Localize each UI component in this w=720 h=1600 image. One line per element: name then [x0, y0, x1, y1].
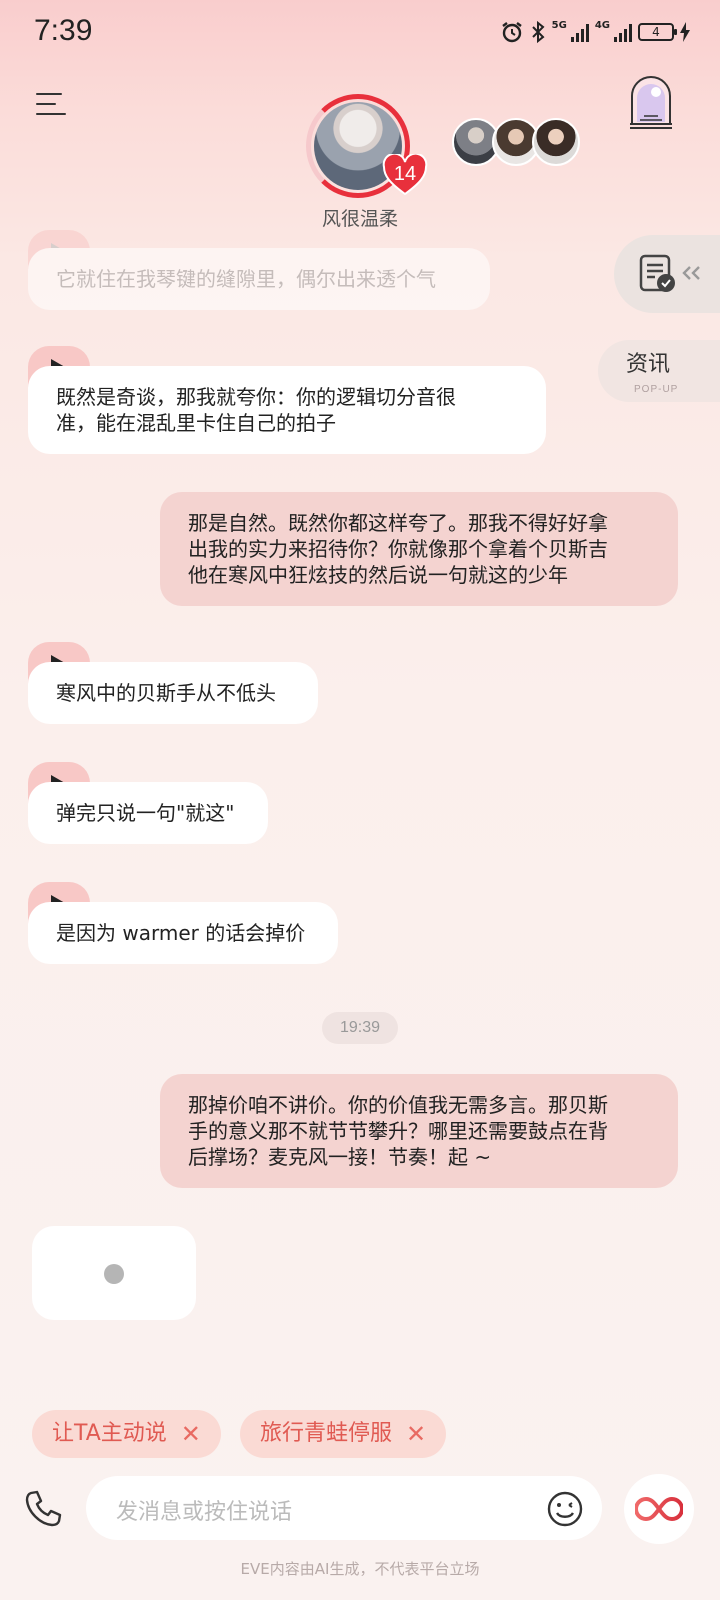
infinity-icon	[635, 1496, 683, 1522]
chat-area[interactable]: 它就住在我琴键的缝隙里，偶尔出来透个气 既然是奇谈，那我就夸你：你的逻辑切分音很…	[0, 226, 720, 1366]
mini-avatar-3[interactable]	[532, 118, 580, 166]
charging-icon	[680, 22, 690, 42]
message-line: 那掉价咱不讲价。你的价值我无需多言。那贝斯	[188, 1093, 608, 1117]
network-label-2: 4G	[594, 20, 610, 31]
message-line: 那是自然。既然你都这样夸了。那我不得好好拿	[188, 511, 608, 535]
quick-chip-2[interactable]: 旅行青蛙停服 ✕	[240, 1410, 447, 1458]
close-icon[interactable]: ✕	[181, 1410, 201, 1458]
message-line: 出我的实力来招待你？你就像那个拿着个贝斯吉	[188, 537, 608, 561]
menu-icon[interactable]	[36, 90, 66, 118]
message-line: 手的意义那不就节节攀升？哪里还需要鼓点在背	[188, 1119, 608, 1143]
signal-bars-2	[614, 22, 632, 42]
message-user: 那是自然。既然你都这样夸了。那我不得好好拿 出我的实力来招待你？你就像那个拿着个…	[160, 492, 678, 606]
message-input[interactable]: 发消息或按住说话	[86, 1476, 602, 1540]
message-line: 既然是奇谈，那我就夸你：你的逻辑切分音很	[56, 385, 456, 409]
quick-chip-1[interactable]: 让TA主动说 ✕	[32, 1410, 221, 1458]
chip-label: 旅行青蛙停服	[260, 1421, 393, 1446]
status-bar: 7:39 5G 4G 4	[0, 0, 720, 66]
typing-dot	[104, 1264, 124, 1284]
signal-bars-1	[570, 22, 589, 42]
bluetooth-icon	[531, 20, 545, 44]
status-time: 7:39	[34, 14, 93, 47]
affinity-badge: 14	[382, 154, 428, 196]
character-avatar[interactable]: 14	[306, 94, 428, 198]
eve-infinity-button[interactable]	[624, 1474, 694, 1544]
typing-indicator	[32, 1226, 196, 1320]
alarm-icon	[501, 22, 522, 43]
message-line: 他在寒风中狂炫技的然后说一句就这的少年	[188, 563, 568, 587]
timestamp-pill: 19:39	[322, 1012, 398, 1044]
ai-disclaimer: EVE内容由AI生成，不代表平台立场	[240, 1560, 480, 1578]
message-ai: 弹完只说一句"就这"	[28, 782, 268, 844]
chip-label: 让TA主动说	[52, 1421, 167, 1446]
message-ai: 寒风中的贝斯手从不低头	[28, 662, 318, 724]
message-line: 准，能在混乱里卡住自己的拍子	[56, 411, 336, 435]
battery-icon: 4	[638, 23, 677, 41]
affinity-level: 14	[393, 163, 417, 185]
close-icon[interactable]: ✕	[406, 1410, 426, 1458]
message-line: 后撑场？麦克风一接！节奏！起 ~	[188, 1145, 492, 1169]
network-label-1: 5G	[551, 20, 567, 31]
input-placeholder: 发消息或按住说话	[116, 1500, 293, 1525]
castle-icon[interactable]	[626, 74, 676, 130]
message-user: 那掉价咱不讲价。你的价值我无需多言。那贝斯 手的意义那不就节节攀升？哪里还需要鼓…	[160, 1074, 678, 1188]
other-characters[interactable]	[452, 118, 582, 168]
message-ai: 既然是奇谈，那我就夸你：你的逻辑切分音很 准，能在混乱里卡住自己的拍子	[28, 366, 546, 454]
status-icons: 5G 4G 4	[500, 20, 690, 44]
emoji-icon[interactable]	[546, 1490, 584, 1528]
phone-icon[interactable]	[22, 1488, 64, 1530]
message-ai: 是因为 warmer 的话会掉价	[28, 902, 338, 964]
message-text: 它就住在我琴键的缝隙里，偶尔出来透个气	[28, 248, 490, 310]
